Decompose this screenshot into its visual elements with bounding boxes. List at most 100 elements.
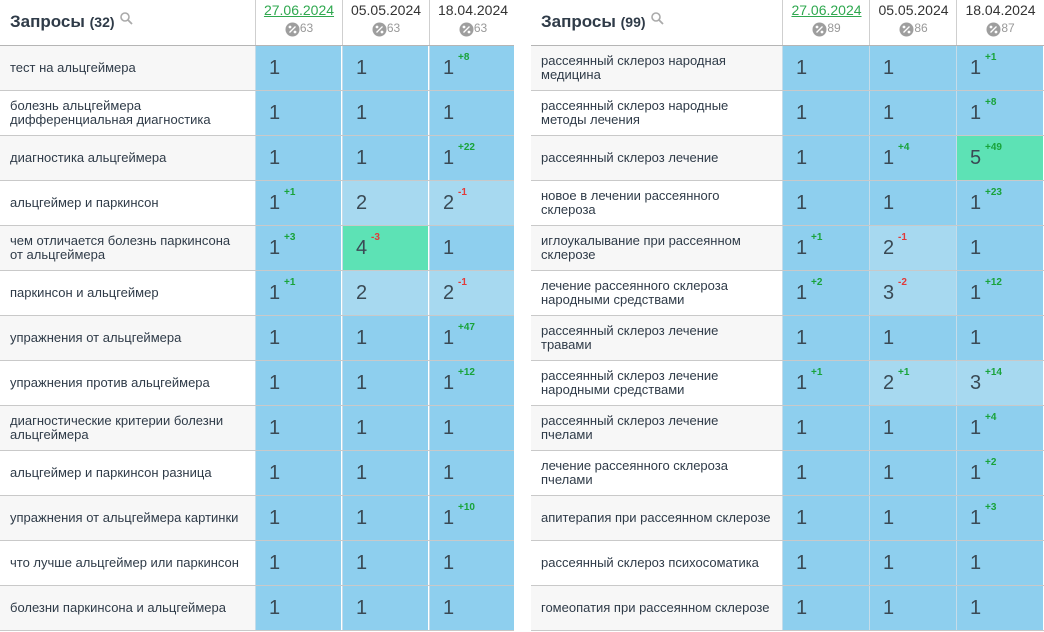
position-cell[interactable]: 1 +2 [956, 451, 1043, 495]
position-cell[interactable]: 1 [342, 541, 428, 585]
position-cell[interactable]: 1 [342, 91, 428, 135]
position-cell[interactable]: 1 [429, 406, 514, 450]
position-cell[interactable]: 2 +1 [869, 361, 956, 405]
position-cell[interactable]: 1 [255, 91, 341, 135]
position-cell[interactable]: 1 +8 [956, 91, 1043, 135]
keyword-cell[interactable]: что лучше альцгеймер или паркинсон [0, 541, 255, 585]
keyword-cell[interactable]: рассеянный склероз лечение народными сре… [531, 361, 782, 405]
position-cell[interactable]: 1 [782, 91, 869, 135]
position-cell[interactable]: 1 [429, 91, 514, 135]
position-cell[interactable]: 1 [956, 586, 1043, 630]
position-cell[interactable]: 2 [342, 181, 428, 225]
position-cell[interactable]: 1 [782, 316, 869, 360]
position-cell[interactable]: 1 +10 [429, 496, 514, 540]
date-column-header[interactable]: 05.05.2024 86 [869, 0, 957, 45]
column-date[interactable]: 27.06.2024 [783, 2, 870, 18]
position-cell[interactable]: 1 +23 [956, 181, 1043, 225]
keyword-cell[interactable]: гомеопатия при рассеянном склерозе [531, 586, 782, 630]
position-cell[interactable]: 1 [342, 361, 428, 405]
position-cell[interactable]: 1 +1 [782, 226, 869, 270]
position-cell[interactable]: 1 [956, 226, 1043, 270]
date-column-header[interactable]: 27.06.2024 89 [782, 0, 870, 45]
position-cell[interactable]: 1 [869, 496, 956, 540]
position-cell[interactable]: 1 [342, 586, 428, 630]
position-cell[interactable]: 1 [869, 181, 956, 225]
position-cell[interactable]: 2 [342, 271, 428, 315]
keyword-cell[interactable]: лечение рассеянного склероза народными с… [531, 271, 782, 315]
keyword-cell[interactable]: рассеянный склероз лечение травами [531, 316, 782, 360]
position-cell[interactable]: 2 -1 [869, 226, 956, 270]
position-cell[interactable]: 3 -2 [869, 271, 956, 315]
position-cell[interactable]: 1 [255, 586, 341, 630]
search-icon[interactable] [650, 10, 664, 30]
keyword-cell[interactable]: паркинсон и альцгеймер [0, 271, 255, 315]
date-column-header[interactable]: 18.04.2024 63 [429, 0, 514, 45]
position-cell[interactable]: 1 +4 [956, 406, 1043, 450]
position-cell[interactable]: 1 +1 [782, 361, 869, 405]
keyword-cell[interactable]: новое в лечении рассеянного склероза [531, 181, 782, 225]
position-cell[interactable]: 1 [869, 541, 956, 585]
column-date[interactable]: 27.06.2024 [256, 2, 342, 18]
date-column-header[interactable]: 18.04.2024 87 [956, 0, 1044, 45]
position-cell[interactable]: 1 [782, 181, 869, 225]
position-cell[interactable]: 1 +12 [429, 361, 514, 405]
position-cell[interactable]: 1 [255, 451, 341, 495]
keyword-cell[interactable]: альцгеймер и паркинсон разница [0, 451, 255, 495]
keyword-cell[interactable]: упражнения против альцгеймера [0, 361, 255, 405]
keyword-cell[interactable]: болезни паркинсона и альцгеймера [0, 586, 255, 630]
position-cell[interactable]: 1 +1 [255, 181, 341, 225]
position-cell[interactable]: 1 [956, 541, 1043, 585]
position-cell[interactable]: 1 [342, 451, 428, 495]
position-cell[interactable]: 1 [782, 451, 869, 495]
keyword-cell[interactable]: лечение рассеянного склероза пчелами [531, 451, 782, 495]
keyword-cell[interactable]: рассеянный склероз народные методы лечен… [531, 91, 782, 135]
position-cell[interactable]: 1 [869, 316, 956, 360]
position-cell[interactable]: 1 [255, 541, 341, 585]
position-cell[interactable]: 1 [782, 46, 869, 90]
position-cell[interactable]: 1 [255, 406, 341, 450]
position-cell[interactable]: 1 [342, 136, 428, 180]
position-cell[interactable]: 1 [956, 316, 1043, 360]
position-cell[interactable]: 1 [429, 226, 514, 270]
position-cell[interactable]: 1 [782, 586, 869, 630]
position-cell[interactable]: 2 -1 [429, 271, 514, 315]
position-cell[interactable]: 1 [869, 451, 956, 495]
position-cell[interactable]: 1 +4 [869, 136, 956, 180]
keyword-cell[interactable]: чем отличается болезнь паркинсона от аль… [0, 226, 255, 270]
keyword-cell[interactable]: диагностические критерии болезни альцгей… [0, 406, 255, 450]
position-cell[interactable]: 1 [429, 586, 514, 630]
keyword-cell[interactable]: болезнь альцгеймера дифференциальная диа… [0, 91, 255, 135]
position-cell[interactable]: 1 [782, 541, 869, 585]
column-date[interactable]: 05.05.2024 [870, 2, 957, 18]
position-cell[interactable]: 1 [255, 361, 341, 405]
position-cell[interactable]: 1 [869, 406, 956, 450]
position-cell[interactable]: 1 [255, 136, 341, 180]
position-cell[interactable]: 1 [342, 46, 428, 90]
keyword-cell[interactable]: упражнения от альцгеймера картинки [0, 496, 255, 540]
position-cell[interactable]: 1 [869, 91, 956, 135]
keyword-cell[interactable]: апитерапия при рассеянном склерозе [531, 496, 782, 540]
position-cell[interactable]: 1 +3 [255, 226, 341, 270]
position-cell[interactable]: 1 [782, 406, 869, 450]
position-cell[interactable]: 1 +47 [429, 316, 514, 360]
position-cell[interactable]: 1 +1 [956, 46, 1043, 90]
position-cell[interactable]: 1 [429, 451, 514, 495]
column-date[interactable]: 05.05.2024 [343, 2, 429, 18]
keyword-cell[interactable]: тест на альцгеймера [0, 46, 255, 90]
keyword-cell[interactable]: рассеянный склероз психосоматика [531, 541, 782, 585]
column-date[interactable]: 18.04.2024 [957, 2, 1044, 18]
position-cell[interactable]: 1 [782, 496, 869, 540]
position-cell[interactable]: 2 -1 [429, 181, 514, 225]
date-column-header[interactable]: 27.06.2024 63 [255, 0, 342, 45]
position-cell[interactable]: 1 +1 [255, 271, 341, 315]
keyword-cell[interactable]: упражнения от альцгеймера [0, 316, 255, 360]
search-icon[interactable] [119, 10, 133, 30]
date-column-header[interactable]: 05.05.2024 63 [342, 0, 429, 45]
column-date[interactable]: 18.04.2024 [430, 2, 514, 18]
position-cell[interactable]: 5 +49 [956, 136, 1043, 180]
position-cell[interactable]: 1 +22 [429, 136, 514, 180]
position-cell[interactable]: 1 [255, 46, 341, 90]
position-cell[interactable]: 1 [255, 316, 341, 360]
position-cell[interactable]: 1 [342, 316, 428, 360]
position-cell[interactable]: 1 [869, 46, 956, 90]
